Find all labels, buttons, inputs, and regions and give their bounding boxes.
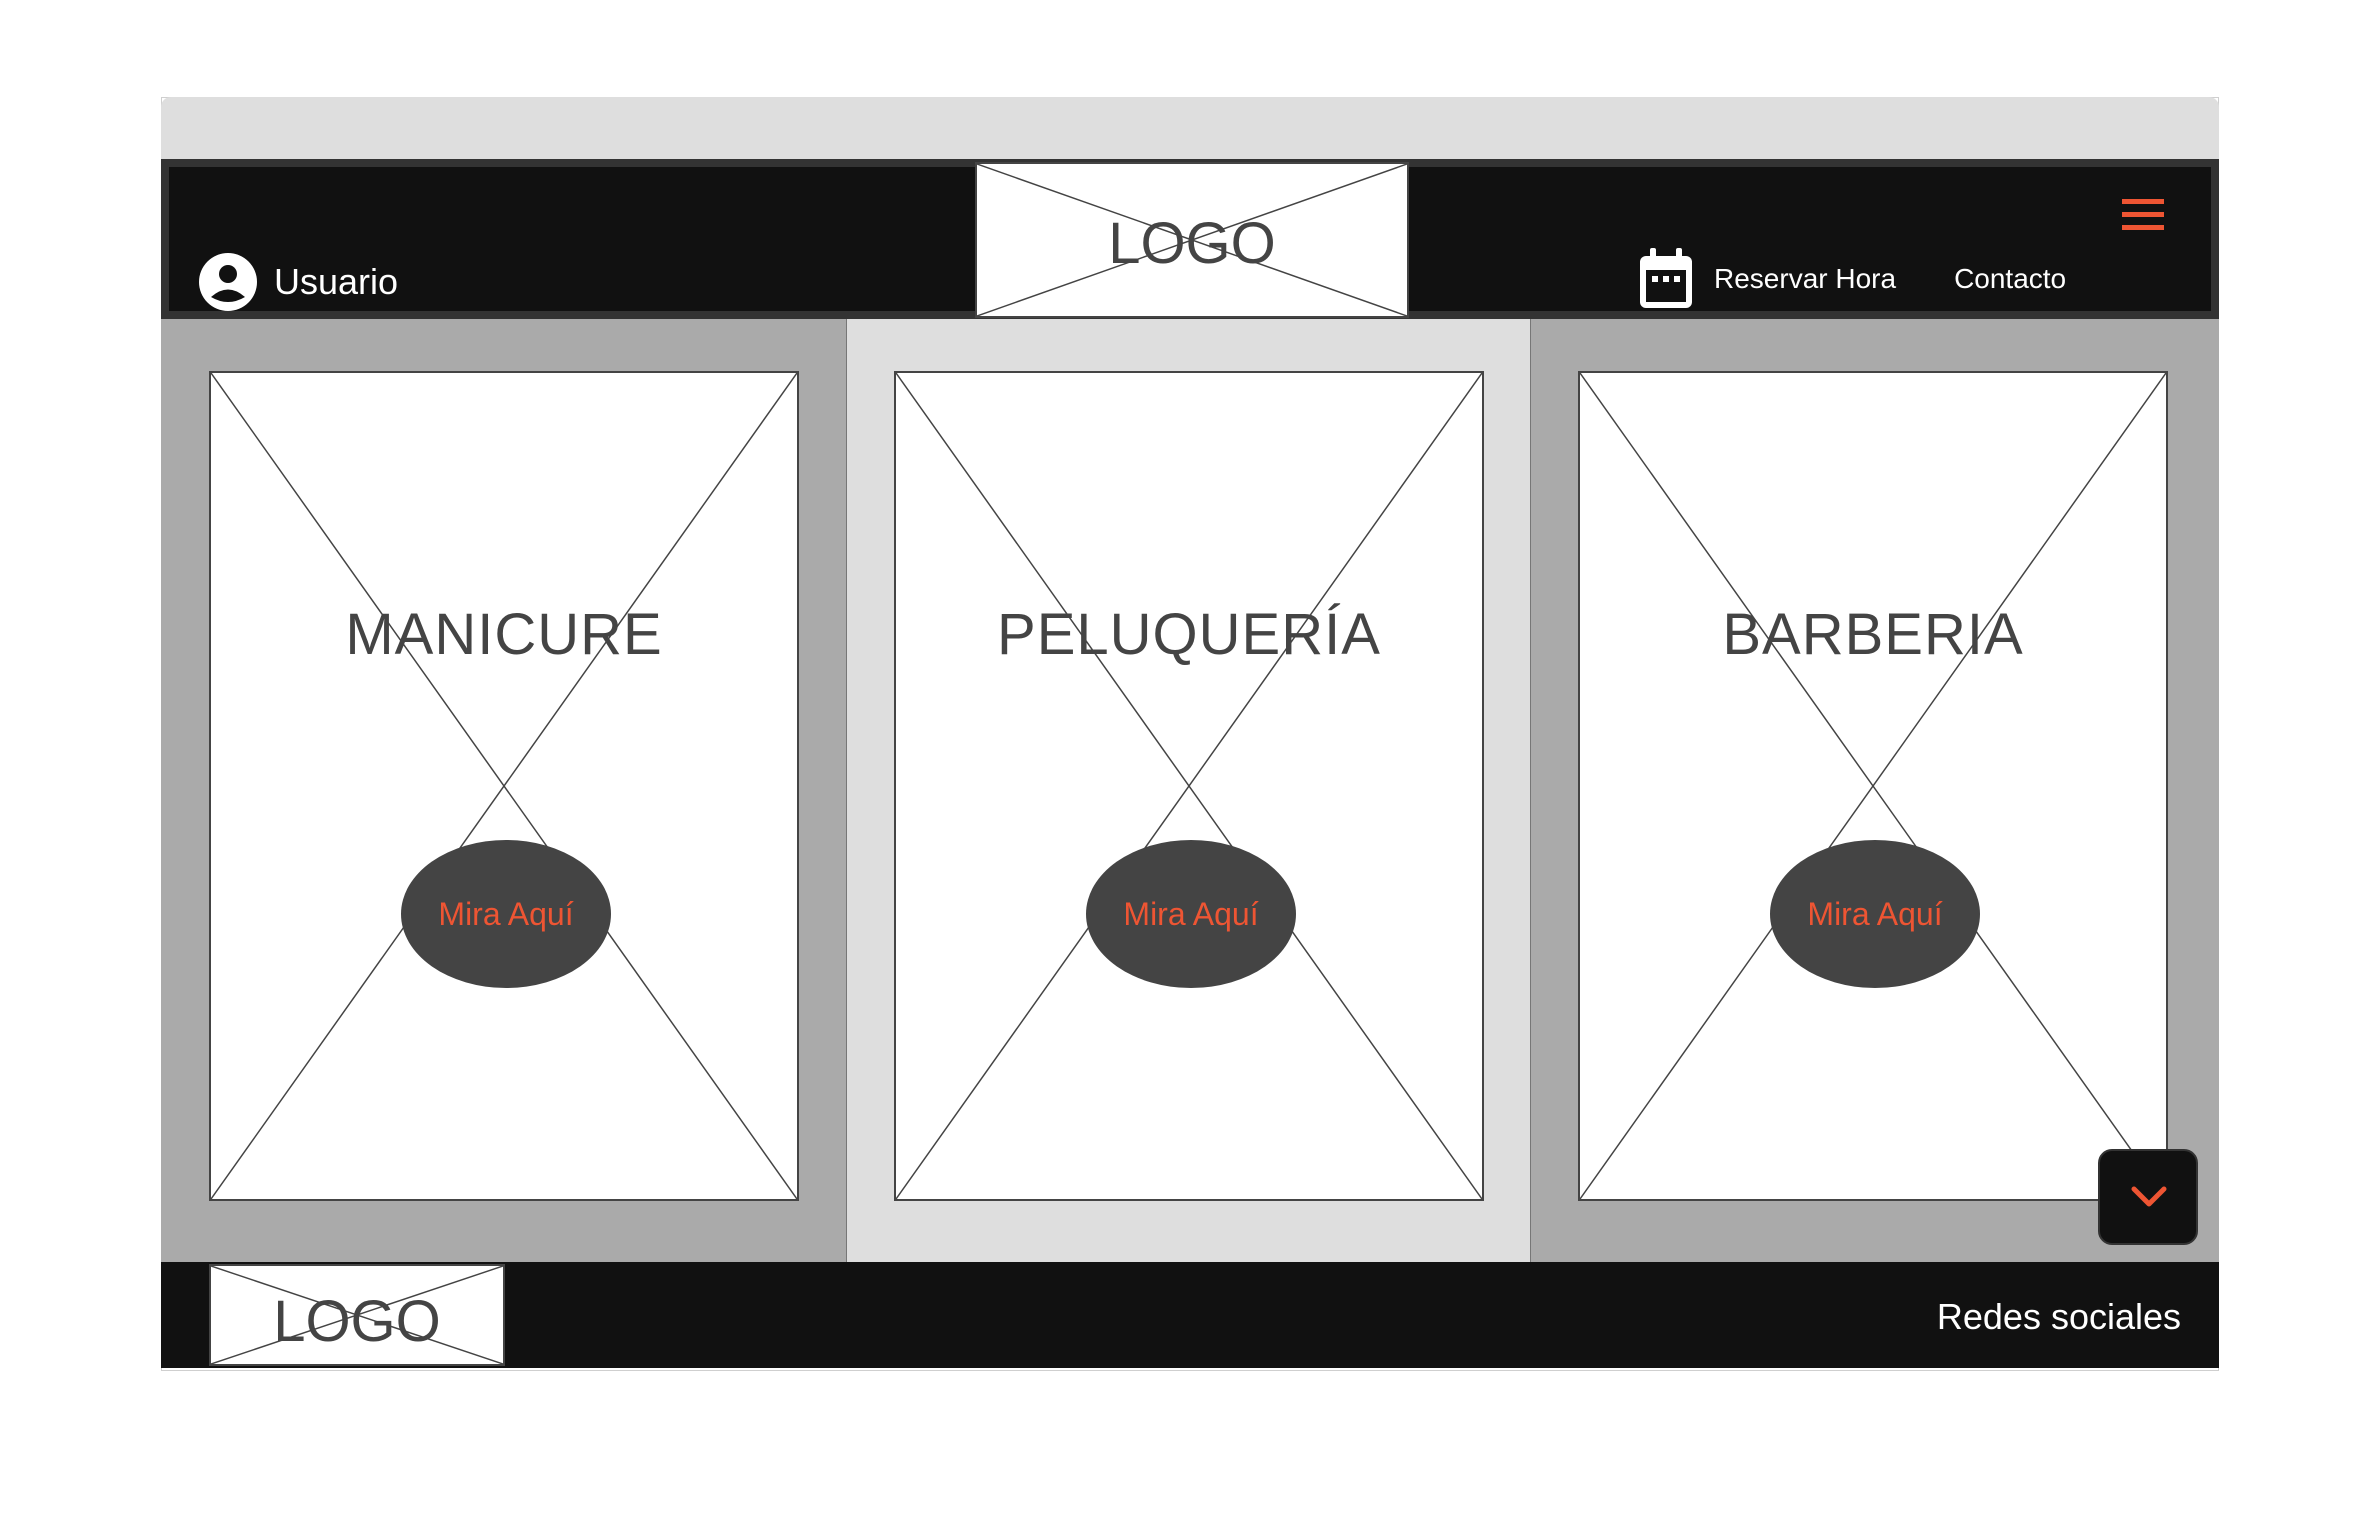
footer-logo-text: LOGO: [273, 1289, 441, 1354]
service-card[interactable]: BARBERIA Mira Aquí: [1578, 371, 2168, 1201]
chevron-down-icon: [2131, 1186, 2167, 1207]
service-card[interactable]: MANICURE Mira Aquí: [209, 371, 799, 1201]
mira-aqui-button[interactable]: Mira Aquí: [401, 840, 611, 988]
browser-bar: [161, 97, 2219, 159]
user-menu[interactable]: Usuario: [198, 252, 398, 312]
social-links[interactable]: Redes sociales: [1937, 1296, 2181, 1338]
service-card[interactable]: PELUQUERÍA Mira Aquí: [894, 371, 1484, 1201]
scroll-down-button[interactable]: [2098, 1149, 2198, 1245]
footer-logo[interactable]: LOGO: [209, 1264, 505, 1366]
hamburger-menu-icon[interactable]: [2122, 199, 2164, 231]
calendar-icon[interactable]: [1638, 248, 1694, 310]
site-footer: LOGO Redes sociales: [161, 1262, 2219, 1368]
header-logo[interactable]: LOGO: [975, 162, 1409, 318]
mira-aqui-button[interactable]: Mira Aquí: [1770, 840, 1980, 988]
service-panel-barberia: BARBERIA Mira Aquí: [1531, 319, 2219, 1262]
user-label: Usuario: [274, 261, 399, 302]
service-title: BARBERIA: [1722, 602, 2024, 667]
service-title: MANICURE: [345, 602, 663, 667]
mira-aqui-button[interactable]: Mira Aquí: [1086, 840, 1296, 988]
image-placeholder-graphic: [1580, 373, 2166, 1199]
image-placeholder-graphic: [896, 373, 1482, 1199]
service-panel-peluqueria: PELUQUERÍA Mira Aquí: [847, 319, 1531, 1262]
header-logo-text: LOGO: [1108, 211, 1276, 276]
nav-contact-link[interactable]: Contacto: [1954, 263, 2066, 295]
nav-reserve-link[interactable]: Reservar Hora: [1714, 263, 1896, 295]
user-circle-icon: [199, 253, 257, 311]
service-panel-manicure: MANICURE Mira Aquí: [161, 319, 847, 1262]
image-placeholder-graphic: [211, 373, 797, 1199]
header-nav: Reservar Hora Contacto: [1638, 248, 2124, 310]
service-title: PELUQUERÍA: [997, 602, 1381, 667]
